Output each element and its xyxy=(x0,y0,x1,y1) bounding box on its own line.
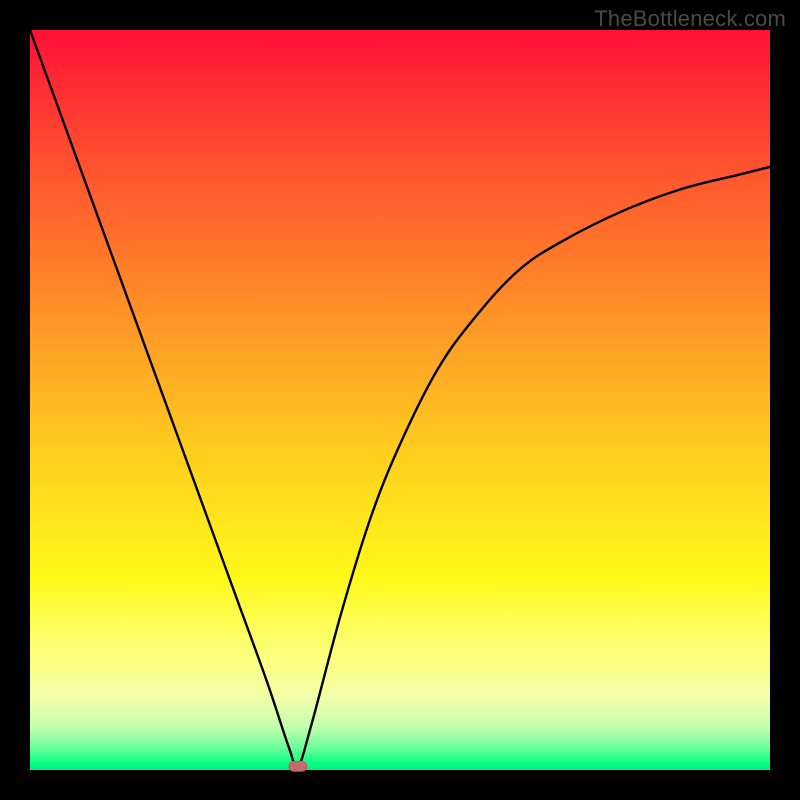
bottleneck-curve xyxy=(30,30,770,770)
watermark-text: TheBottleneck.com xyxy=(594,6,786,32)
minimum-marker-icon xyxy=(289,761,307,771)
plot-area xyxy=(30,30,770,770)
chart-canvas: TheBottleneck.com xyxy=(0,0,800,800)
curve-path xyxy=(30,30,770,767)
